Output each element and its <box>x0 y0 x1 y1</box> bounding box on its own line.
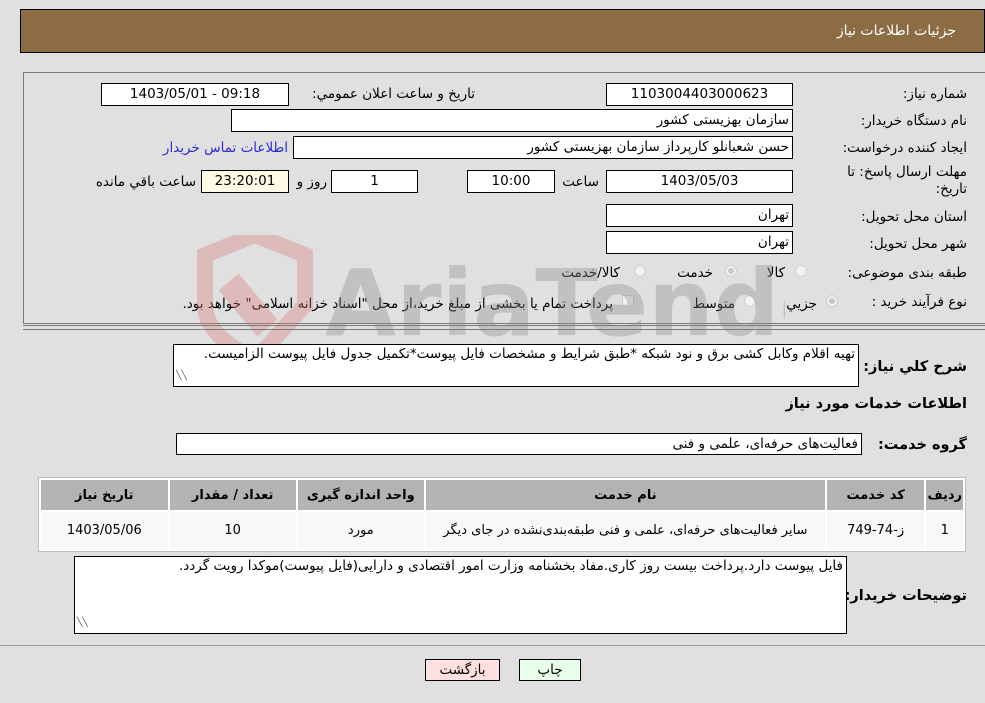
purchase-type-label: نوع فرآیند خرید : <box>871 294 967 310</box>
treasury-checkbox[interactable] <box>622 295 634 307</box>
col-header-need-date: تاریخ نیاز <box>41 480 168 510</box>
deadline-label-line1: مهلت ارسال پاسخ: تا <box>847 164 967 180</box>
cell-service-code: ز-74-749 <box>826 512 925 549</box>
purchase-type-radio-minor[interactable] <box>826 295 838 307</box>
services-table: ردیف کد خدمت نام خدمت واحد اندازه گیری ت… <box>38 477 966 552</box>
service-group-label: گروه خدمت: <box>877 437 967 453</box>
buyer-org-field: سازمان بهزیستی کشور <box>231 109 793 132</box>
cell-unit: مورد <box>297 512 424 549</box>
description-text: تهیه اقلام وکابل کشی برق و نود شبکه *طبق… <box>203 346 855 362</box>
section-divider <box>23 325 985 326</box>
requester-label: ایجاد کننده درخواست: <box>842 140 967 156</box>
deadline-label-line2: تاریخ: <box>935 181 967 197</box>
announce-datetime-label: تاریخ و ساعت اعلان عمومي: <box>312 86 475 102</box>
resize-grip-icon[interactable]: ╲╲ <box>176 368 187 385</box>
buyer-notes-label: توضیحات خریدار: <box>844 588 967 604</box>
cell-service-name: سایر فعالیت‌های حرفه‌ای، علمی و فنی طبقه… <box>425 512 825 549</box>
col-header-service-name: نام خدمت <box>425 480 825 510</box>
category-radio-goods-service[interactable] <box>634 265 646 277</box>
purchase-type-option-minor: جزيي <box>786 296 817 312</box>
description-label: شرح کلي نیاز: <box>863 359 967 375</box>
buyer-contact-link[interactable]: اطلاعات تماس خریدار <box>163 140 288 156</box>
treasury-note: پرداخت تمام یا بخشی از مبلغ خرید،از محل … <box>182 296 613 312</box>
table-row: 1 ز-74-749 سایر فعالیت‌های حرفه‌ای، علمی… <box>41 512 963 549</box>
table-header-row: ردیف کد خدمت نام خدمت واحد اندازه گیری ت… <box>41 480 963 510</box>
col-header-service-code: کد خدمت <box>826 480 925 510</box>
need-number-label: شماره نیاز: <box>902 86 967 102</box>
col-header-row-number: ردیف <box>926 480 963 510</box>
service-group-field: فعالیت‌های حرفه‌ای، علمی و فنی <box>176 433 862 455</box>
category-radio-service[interactable] <box>725 265 737 277</box>
days-remaining-field: 1 <box>331 170 418 193</box>
time-remaining-field: 23:20:01 <box>201 170 289 193</box>
time-remaining-label: ساعت باقي مانده <box>95 174 196 190</box>
category-radio-goods[interactable] <box>795 265 807 277</box>
purchase-type-radio-medium[interactable] <box>744 295 756 307</box>
buyer-notes-textarea[interactable]: فایل پیوست دارد.پرداخت بیست روز کاری.مفا… <box>74 556 847 634</box>
category-option-goods-service: کالا/خدمت <box>561 265 620 281</box>
city-field: تهران <box>606 231 793 254</box>
category-option-goods: کالا <box>766 265 785 281</box>
page-title: جزئیات اطلاعات نیاز <box>836 23 956 39</box>
cell-need-date: 1403/05/06 <box>41 512 168 549</box>
services-section-title: اطلاعات خدمات مورد نیاز <box>785 396 967 412</box>
footer-divider <box>0 645 985 646</box>
announce-datetime-field: 1403/05/01 - 09:18 <box>101 83 289 106</box>
purchase-type-option-medium: متوسط <box>692 296 735 312</box>
back-button[interactable]: بازگشت <box>425 659 500 681</box>
buyer-org-label: نام دستگاه خریدار: <box>860 113 967 129</box>
category-label: طبقه بندی موضوعی: <box>847 265 967 281</box>
cell-quantity: 10 <box>169 512 296 549</box>
buyer-notes-text: فایل پیوست دارد.پرداخت بیست روز کاری.مفا… <box>178 558 843 574</box>
deadline-time-field: 10:00 <box>467 170 555 193</box>
province-label: استان محل تحویل: <box>861 209 967 225</box>
print-button[interactable]: چاپ <box>519 659 581 681</box>
resize-grip-icon[interactable]: ╲╲ <box>77 615 88 632</box>
city-label: شهر محل تحویل: <box>869 236 967 252</box>
category-option-service: خدمت <box>677 265 713 281</box>
col-header-quantity: تعداد / مقدار <box>169 480 296 510</box>
page-header: جزئیات اطلاعات نیاز <box>20 9 985 53</box>
col-header-unit: واحد اندازه گیری <box>297 480 424 510</box>
days-label: روز و <box>296 174 327 190</box>
deadline-date-field: 1403/05/03 <box>606 170 793 193</box>
cell-row-number: 1 <box>926 512 963 549</box>
requester-field: حسن شعبانلو کارپرداز سازمان بهزیستی کشور <box>293 136 793 159</box>
deadline-time-label: ساعت <box>562 174 599 190</box>
province-field: تهران <box>606 204 793 227</box>
need-number-field: 1103004403000623 <box>606 83 793 106</box>
description-textarea[interactable]: تهیه اقلام وکابل کشی برق و نود شبکه *طبق… <box>173 344 859 387</box>
section-divider <box>23 329 985 330</box>
